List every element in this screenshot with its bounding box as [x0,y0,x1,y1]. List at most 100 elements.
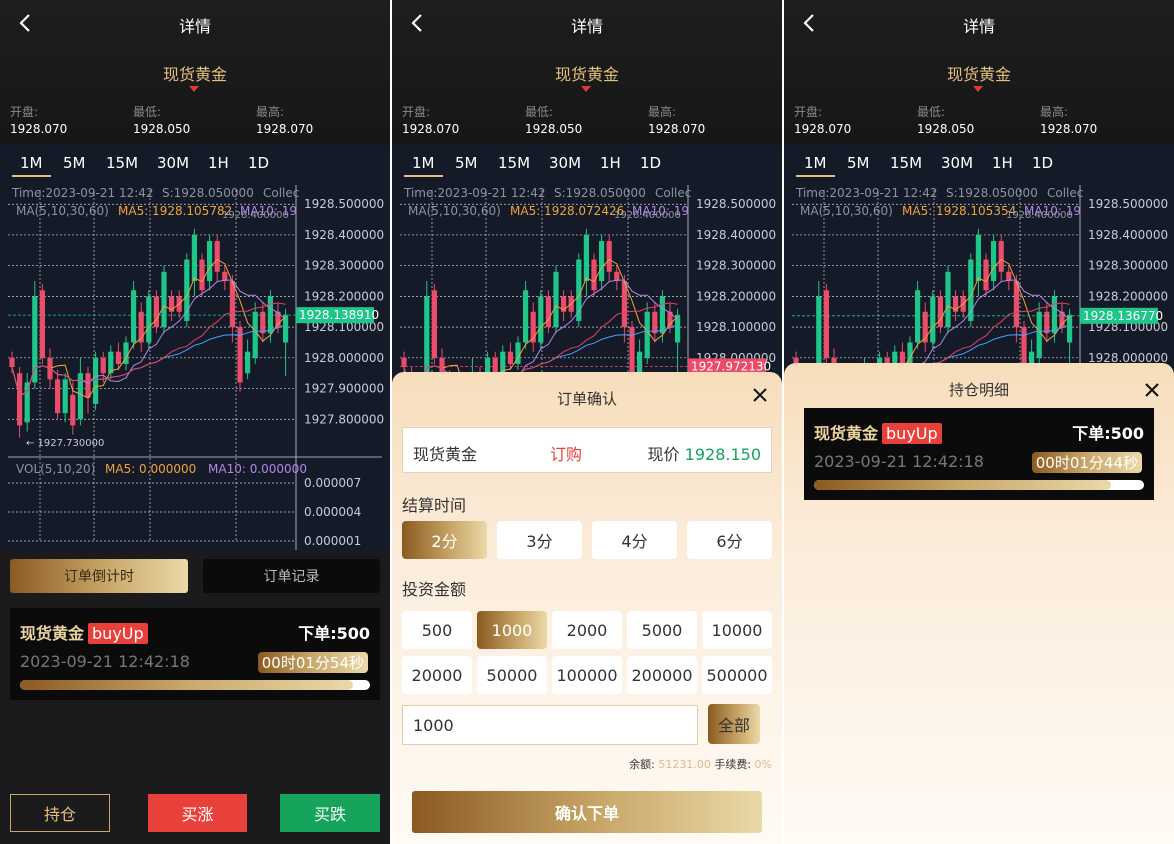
tab-order-records[interactable]: 订单记录 [203,559,380,593]
position-symbol: 现货黄金 buyUp [20,620,148,644]
ma-legend-label: MA(5,10,30,60) [800,204,893,218]
high-mark-label: 1928.400000 [1006,210,1073,221]
candle-body [214,241,220,272]
tab-order-countdown[interactable]: 订单倒计时 [10,559,188,593]
candle-body [207,241,213,282]
settle-option[interactable]: 3分 [497,521,582,559]
amount-option[interactable]: 2000 [552,611,622,649]
countdown-progress-fill [814,480,1111,490]
amount-option[interactable]: 10000 [702,611,772,649]
holding-symbol: 现货黄金 buyUp [814,420,942,444]
collect-label: Collec [1047,186,1083,200]
countdown-progress [814,480,1144,490]
settle-option[interactable]: 6分 [687,521,772,559]
candle-body [998,241,1004,272]
y-tick-label: 1928.500000 [696,197,776,211]
caret-down-icon[interactable] [973,86,983,92]
buy-down-button[interactable]: 买跌 [280,794,380,832]
tab-30m[interactable]: 30M [549,154,581,172]
tab-1m[interactable]: 1M [12,154,50,177]
order-action: 订购 [550,445,583,464]
high-mark-label: 1928.400000 [222,210,289,221]
candle-body [652,311,658,334]
collect-label: Collec [655,186,691,200]
tab-15m[interactable]: 15M [890,154,922,172]
y-tick-label: 1928.100000 [696,320,776,334]
caret-down-icon[interactable] [189,86,199,92]
amount-option[interactable]: 20000 [402,656,472,694]
low-mark-label: ← 1927.730000 [26,438,104,449]
vol-tick-label: 0.000004 [304,505,361,519]
candle-body [545,296,551,328]
settle-option[interactable]: 2分 [402,521,487,559]
countdown-progress [20,680,370,690]
close-icon[interactable] [1144,379,1160,403]
candlestick-chart[interactable]: 1928.500000 1928.400000 1928.300000 1928.20… [0,180,390,550]
amount-option[interactable]: 200000 [627,656,697,694]
candle-body [523,290,529,343]
tab-30m[interactable]: 30M [941,154,973,172]
candle-body [659,296,665,334]
time-label: Time:2023-09-21 12:42 [795,186,938,200]
y-tick-label: 1928.300000 [1088,259,1168,273]
amount-option[interactable]: 100000 [552,656,622,694]
tab-15m[interactable]: 15M [106,154,138,172]
tab-1h[interactable]: 1H [992,154,1013,172]
close-icon[interactable] [752,384,768,408]
tab-1d[interactable]: 1D [248,154,269,172]
tab-15m[interactable]: 15M [498,154,530,172]
y-tick-label: 1928.000000 [304,351,384,365]
tab-1d[interactable]: 1D [1032,154,1053,172]
tab-5m[interactable]: 5M [847,154,870,172]
candle-body [583,234,589,282]
amount-option[interactable]: 50000 [477,656,547,694]
sheet-title: 持仓明细 [948,381,1009,399]
ma-legend-label: MA(5,10,30,60) [16,204,109,218]
last-price-label: 1928.138910 [299,308,379,322]
candle-body [983,259,989,291]
buy-up-button[interactable]: 买涨 [148,794,247,832]
y-tick-label: 1928.400000 [696,228,776,242]
stat-open: 开盘: 1928.070 [402,105,460,136]
tab-1m[interactable]: 1M [404,154,442,177]
page-title: 详情 [962,17,995,36]
candle-body [401,357,407,368]
current-price: 现价 1928.150 [647,445,761,464]
symbol-selector[interactable]: 现货黄金 [392,61,782,85]
settle-option[interactable]: 4分 [592,521,677,559]
tab-30m[interactable]: 30M [157,154,189,172]
y-tick-label: 1928.200000 [696,289,776,303]
tab-1h[interactable]: 1H [600,154,621,172]
symbol-selector[interactable]: 现货黄金 [0,61,390,85]
caret-down-icon[interactable] [581,86,591,92]
direction-badge: buyUp [882,423,942,444]
y-tick-label: 1928.200000 [1088,289,1168,303]
position-card[interactable]: 现货黄金 buyUp 下单:500 2023-09-21 12:42:18 00时… [10,608,380,700]
confirm-order-button[interactable]: 确认下单 [412,791,762,833]
price-label: S:1928.050000 [162,186,254,200]
symbol-selector[interactable]: 现货黄金 [784,61,1174,85]
countdown-badge: 00时01分44秒 [1031,452,1142,473]
page-title: 详情 [178,17,211,36]
amount-option[interactable]: 1000 [477,611,547,649]
candle-body [70,394,76,426]
tab-5m[interactable]: 5M [63,154,86,172]
tab-1h[interactable]: 1H [208,154,229,172]
amount-option[interactable]: 500000 [702,656,772,694]
amount-option[interactable]: 5000 [627,611,697,649]
tab-1m[interactable]: 1M [796,154,834,177]
holding-amount: 下单:500 [1072,424,1144,443]
balance-line: 余额: 51231.00 手续费: 0% [629,758,772,771]
hold-button[interactable]: 持仓 [10,794,110,832]
amount-input[interactable]: 1000 [402,705,698,745]
tab-5m[interactable]: 5M [455,154,478,172]
candle-body [199,259,205,291]
y-tick-label: 1928.400000 [1088,228,1168,242]
settle-time-title: 结算时间 [402,496,467,515]
all-button[interactable]: 全部 [708,704,760,744]
amount-option[interactable]: 500 [402,611,472,649]
candle-body [1044,311,1050,334]
tab-1d[interactable]: 1D [640,154,661,172]
holding-card[interactable]: 现货黄金 buyUp 下单:500 2023-09-21 12:42:18 00时… [804,408,1154,500]
stat-low: 最低: 1928.050 [133,105,191,136]
